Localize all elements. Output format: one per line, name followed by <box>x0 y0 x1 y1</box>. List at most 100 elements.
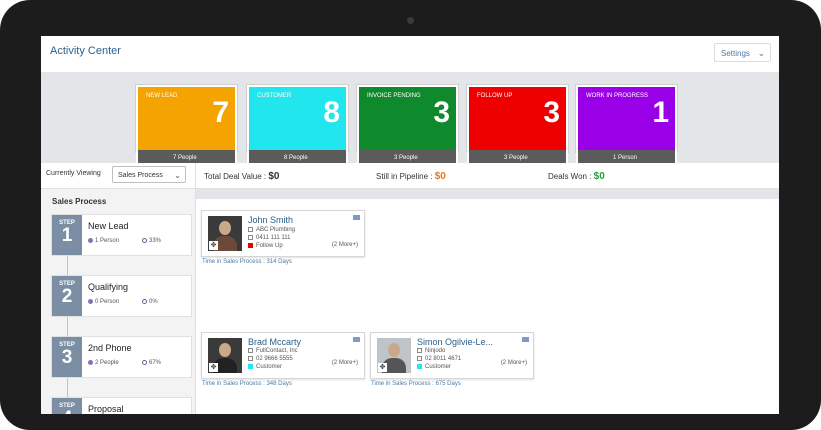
total-deal-label: Total Deal Value : <box>204 172 267 181</box>
building-icon <box>248 227 253 232</box>
phone-icon <box>248 356 253 361</box>
step-name: Qualifying <box>88 282 129 292</box>
tile-count: 8 <box>323 96 340 129</box>
contact-phone: 02 9666 5555 <box>248 356 293 362</box>
contact-company: ABC Plumbing <box>248 227 295 233</box>
step-people: 2 People <box>88 360 119 366</box>
step-percent-value: 33% <box>149 238 162 245</box>
step-percent-value: 67% <box>149 360 162 367</box>
mail-icon[interactable] <box>353 215 360 220</box>
step-badge: STEP 3 <box>52 337 82 377</box>
tile-label: Invoice Pending <box>367 93 421 99</box>
tile-people: 8 People <box>284 155 308 161</box>
step-percent: 33% <box>142 238 161 244</box>
page-title: Activity Center <box>50 45 121 57</box>
avatar: ✥ <box>208 338 242 373</box>
step-percent: 0% <box>142 299 158 305</box>
tile-count: 1 <box>652 96 669 129</box>
tile-label: Customer <box>257 93 292 99</box>
contact-name[interactable]: John Smith <box>248 215 293 225</box>
step-qualifying[interactable]: STEP 2 Qualifying 0 Person 0% <box>51 275 192 317</box>
time-in-process: Time in Sales Process : 348 Days <box>202 381 292 387</box>
step-people-count: 0 Person <box>95 299 120 306</box>
chevron-down-icon: ⌄ <box>757 48 765 58</box>
more-link[interactable]: (2 More+) <box>501 360 527 366</box>
tile-count: 3 <box>433 96 450 129</box>
tile-count: 3 <box>543 96 560 129</box>
step-number: 3 <box>61 347 73 368</box>
sales-process-sidebar: Sales Process STEP 1 New Lead 1 Person 3… <box>41 189 195 414</box>
deals-won: Deals Won : $0 <box>548 171 605 182</box>
contact-name[interactable]: Simon Ogilvie-Le... <box>417 337 493 347</box>
step-proposal[interactable]: STEP 4 Proposal <box>51 397 192 414</box>
phone-icon <box>417 356 422 361</box>
contact-card-brad-mccarty[interactable]: ✥ Brad Mccarty FullContact, Inc 02 9666 … <box>201 332 365 379</box>
camera-dot <box>407 17 414 24</box>
tile-follow-up[interactable]: Follow Up 3 3 People <box>467 85 568 170</box>
person-icon <box>88 360 93 365</box>
pie-icon <box>142 360 147 365</box>
tile-people: 7 People <box>173 155 197 161</box>
status-color-icon <box>248 243 253 248</box>
tile-customer[interactable]: Customer 8 8 People <box>247 85 348 170</box>
view-select[interactable]: Sales Process ⌄ <box>112 166 186 183</box>
status-color-icon <box>248 364 253 369</box>
settings-button[interactable]: Settings ⌄ <box>714 43 771 62</box>
tile-label: Work In Progress <box>586 93 649 99</box>
tile-people: 3 People <box>394 155 418 161</box>
contact-card-simon[interactable]: ✥ Simon Ogilvie-Le... Ninjodo 02 8011 46… <box>370 332 534 379</box>
mail-icon[interactable] <box>522 337 529 342</box>
drag-handle-icon[interactable]: ✥ <box>378 363 387 372</box>
step-name: Proposal <box>88 404 124 414</box>
sales-process-title: Sales Process <box>52 197 107 206</box>
person-icon <box>88 299 93 304</box>
step-people: 0 Person <box>88 299 119 305</box>
total-deal-amount: $0 <box>268 171 280 182</box>
screen: Activity Center Settings ⌄ New Lead 7 7 … <box>41 36 779 414</box>
chevron-down-icon: ⌄ <box>174 171 181 180</box>
still-in-pipeline: Still in Pipeline : $0 <box>376 171 446 182</box>
more-link[interactable]: (2 More+) <box>332 242 358 248</box>
currently-viewing-label: Currently Viewing <box>46 170 101 177</box>
building-icon <box>417 348 422 353</box>
step-connector <box>67 249 68 414</box>
tile-count: 7 <box>212 96 229 129</box>
step-percent-value: 0% <box>149 299 158 306</box>
contact-phone: 02 8011 4671 <box>417 356 461 362</box>
contact-name[interactable]: Brad Mccarty <box>248 337 301 347</box>
time-in-process: Time in Sales Process : 314 Days <box>202 259 292 265</box>
column-divider <box>195 163 196 414</box>
step-badge: STEP 4 <box>52 398 82 414</box>
tile-new-lead[interactable]: New Lead 7 7 People <box>136 85 237 170</box>
status-color-icon <box>417 364 422 369</box>
tile-work-in-progress[interactable]: Work In Progress 1 1 Person <box>576 85 677 170</box>
mail-icon[interactable] <box>353 337 360 342</box>
step-new-lead[interactable]: STEP 1 New Lead 1 Person 33% <box>51 214 192 256</box>
more-link[interactable]: (2 More+) <box>332 360 358 366</box>
contact-status: Customer <box>248 364 282 370</box>
step-name: New Lead <box>88 221 129 231</box>
step-people-count: 2 People <box>95 360 119 367</box>
building-icon <box>248 348 253 353</box>
step-number: 2 <box>61 286 73 307</box>
step-percent: 67% <box>142 360 161 366</box>
step-name: 2nd Phone <box>88 343 132 353</box>
tile-invoice-pending[interactable]: Invoice Pending 3 3 People <box>357 85 458 170</box>
deals-won-amount: $0 <box>593 171 605 182</box>
phone-icon <box>248 235 253 240</box>
avatar: ✥ <box>208 216 242 251</box>
step-number: 4 <box>52 409 82 414</box>
drag-handle-icon[interactable]: ✥ <box>209 363 218 372</box>
drag-handle-icon[interactable]: ✥ <box>209 241 218 250</box>
contact-card-john-smith[interactable]: ✥ John Smith ABC Plumbing 0411 111 111 F… <box>201 210 365 257</box>
tile-people: 3 People <box>504 155 528 161</box>
pipeline-label: Still in Pipeline : <box>376 172 433 181</box>
contact-phone: 0411 111 111 <box>248 235 290 241</box>
step-2nd-phone[interactable]: STEP 3 2nd Phone 2 People 67% <box>51 336 192 378</box>
view-select-value: Sales Process <box>118 172 163 179</box>
step-badge: STEP 1 <box>52 215 82 255</box>
pipeline-amount: $0 <box>434 171 446 182</box>
step-badge: STEP 2 <box>52 276 82 316</box>
contact-status: Customer <box>417 364 451 370</box>
tile-label: New Lead <box>146 93 178 99</box>
